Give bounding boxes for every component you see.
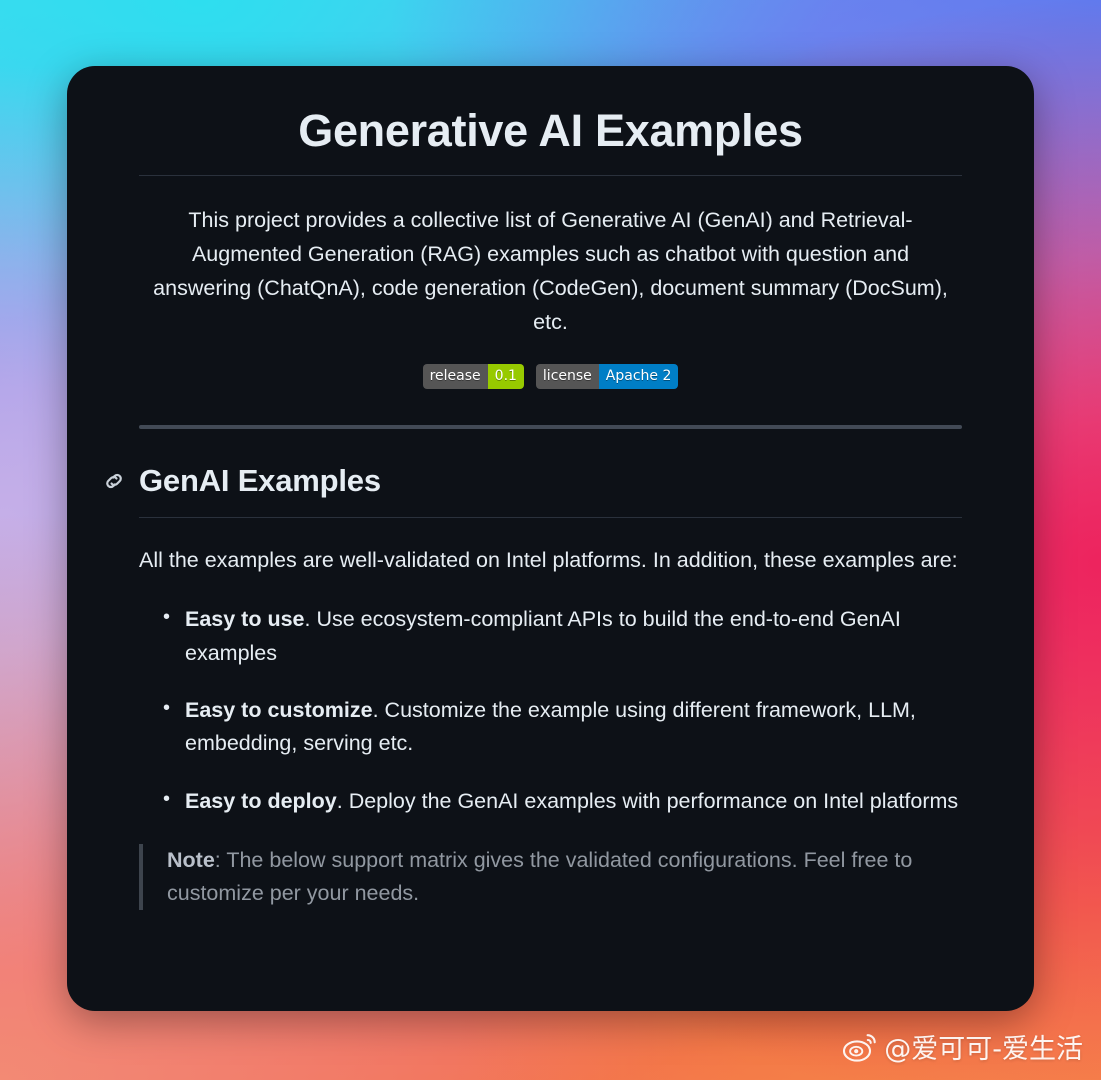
section-separator	[139, 424, 962, 429]
section-heading-row: GenAI Examples	[106, 462, 962, 499]
section-title: GenAI Examples	[139, 462, 381, 498]
release-badge[interactable]: release 0.1	[422, 363, 524, 389]
intro-paragraph: This project provides a collective list …	[153, 208, 948, 334]
section-title-divider	[139, 516, 962, 518]
readme-card-content: Generative AI Examples This project prov…	[67, 66, 1034, 911]
feature-term: Easy to deploy	[185, 788, 337, 813]
note-term: Note	[167, 847, 215, 872]
list-item: Easy to deploy. Deploy the GenAI example…	[163, 784, 962, 818]
release-badge-label: release	[422, 363, 488, 389]
weibo-watermark: @爱可可-爱生活	[843, 1027, 1083, 1066]
list-item: Easy to customize. Customize the example…	[163, 693, 962, 761]
license-badge[interactable]: license Apache 2	[535, 363, 679, 389]
page-title: Generative AI Examples	[298, 105, 803, 156]
note-description: : The below support matrix gives the val…	[167, 847, 913, 906]
feature-term: Easy to use	[185, 607, 305, 632]
feature-list: Easy to use. Use ecosystem-compliant API…	[139, 602, 962, 818]
section-lead-paragraph: All the examples are well-validated on I…	[139, 547, 958, 572]
badge-row: release 0.1 license Apache 2	[139, 363, 962, 389]
license-badge-label: license	[535, 363, 599, 389]
title-divider	[139, 175, 962, 177]
list-item: Easy to use. Use ecosystem-compliant API…	[163, 602, 962, 670]
note-blockquote: Note: The below support matrix gives the…	[139, 843, 962, 911]
readme-card: Generative AI Examples This project prov…	[67, 66, 1034, 1011]
weibo-handle: @爱可可-爱生活	[884, 1034, 1083, 1065]
feature-description: . Deploy the GenAI examples with perform…	[336, 788, 959, 813]
release-badge-value: 0.1	[487, 363, 524, 389]
feature-term: Easy to customize	[185, 697, 373, 722]
license-badge-value: Apache 2	[598, 363, 679, 389]
link-icon[interactable]	[103, 470, 125, 492]
weibo-icon	[843, 1032, 877, 1062]
